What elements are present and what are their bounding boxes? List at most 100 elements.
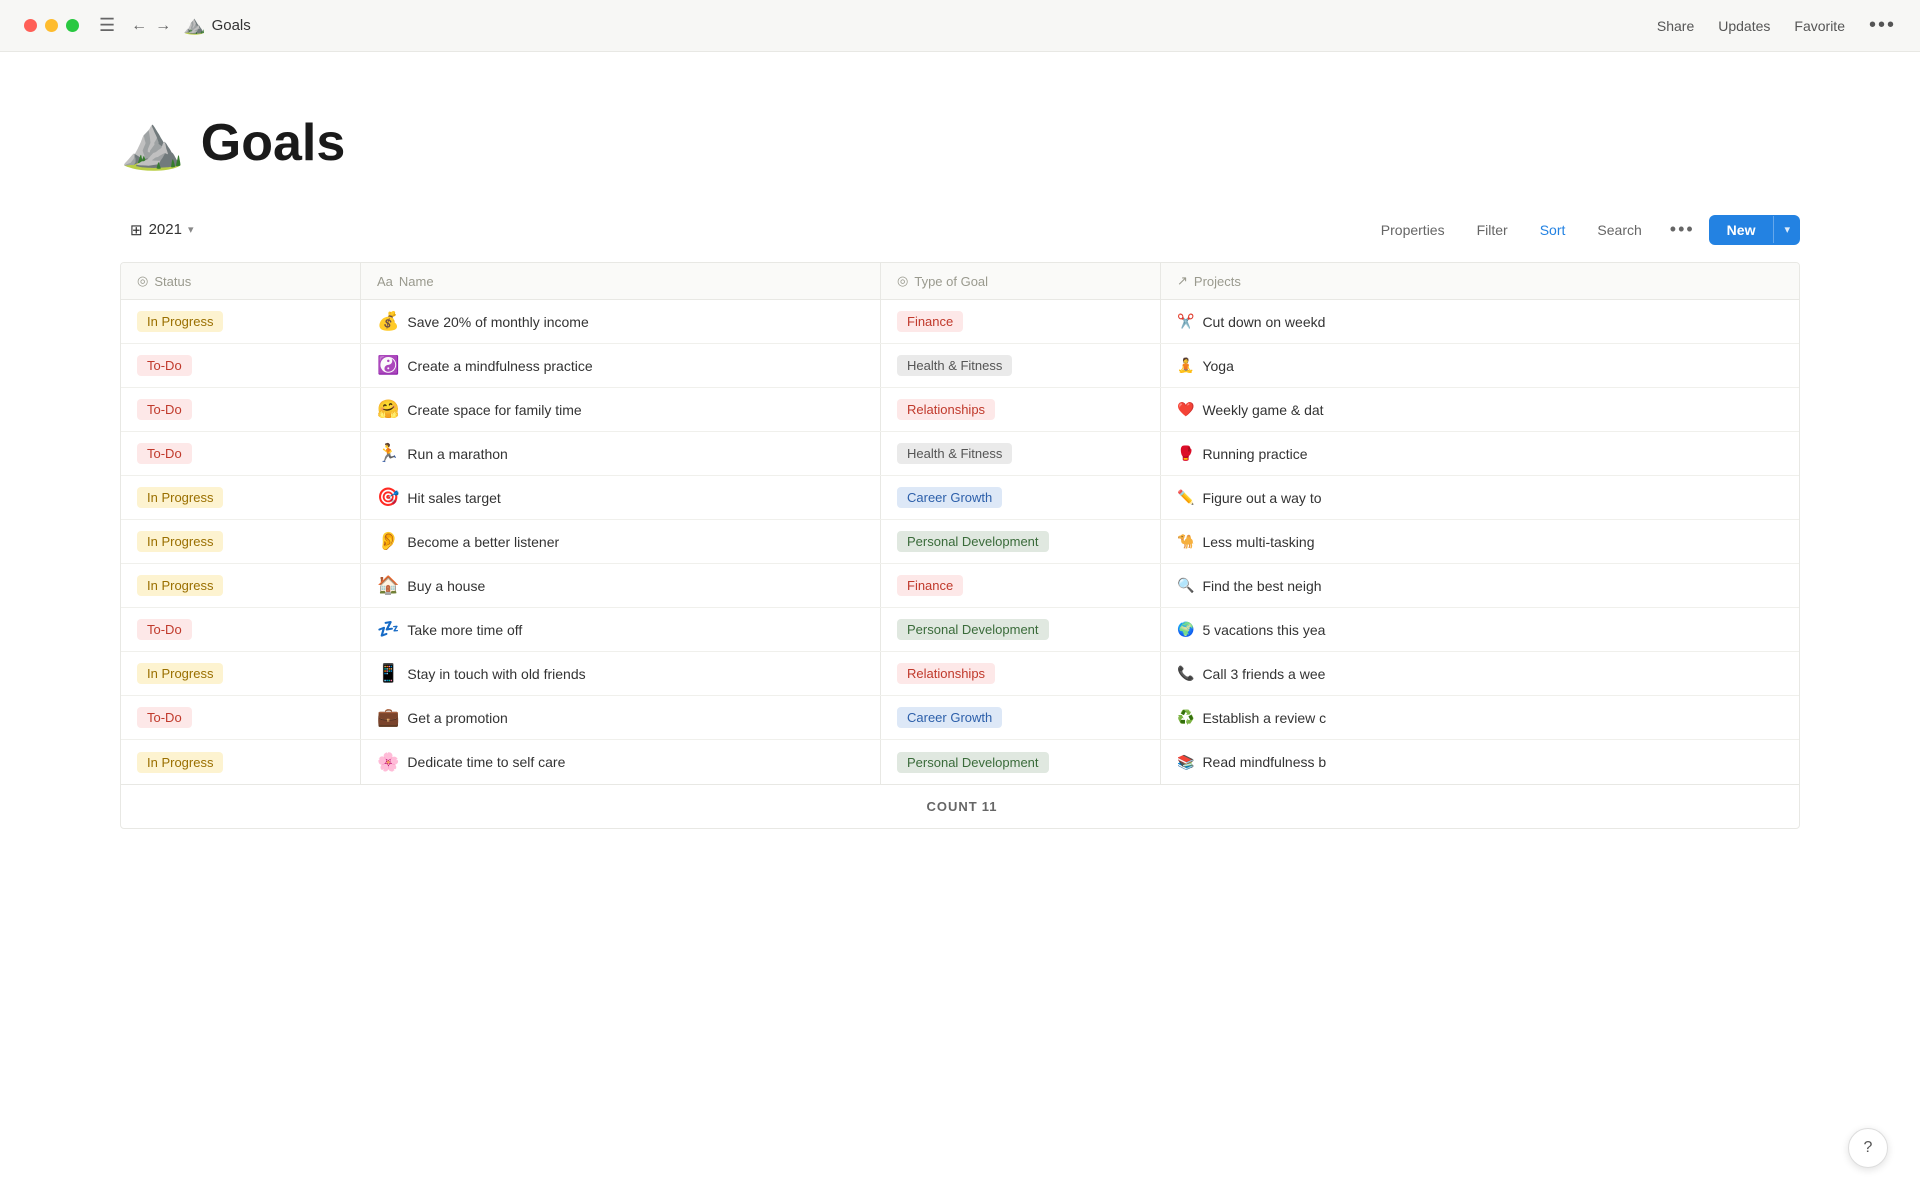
status-badge: In Progress <box>137 752 223 773</box>
table-row[interactable]: In Progress 🏠 Buy a house Finance 🔍 Find… <box>121 564 1799 608</box>
close-button[interactable] <box>24 19 37 32</box>
name-col-label: Name <box>399 274 434 289</box>
row-name: Save 20% of monthly income <box>407 314 588 330</box>
table-row[interactable]: In Progress 📱 Stay in touch with old fri… <box>121 652 1799 696</box>
share-button[interactable]: Share <box>1657 18 1694 34</box>
table-row[interactable]: To-Do 🏃 Run a marathon Health & Fitness … <box>121 432 1799 476</box>
column-type[interactable]: ◎ Type of Goal <box>881 263 1161 299</box>
forward-arrow-icon[interactable]: → <box>155 17 171 35</box>
project-icon: 🌍 <box>1177 621 1194 638</box>
table-row[interactable]: To-Do 🤗 Create space for family time Rel… <box>121 388 1799 432</box>
cell-project[interactable]: ❤️ Weekly game & dat <box>1161 388 1799 431</box>
column-projects[interactable]: ↗ Projects <box>1161 263 1799 299</box>
cell-name[interactable]: 💼 Get a promotion <box>361 696 881 739</box>
cell-project[interactable]: 🥊 Running practice <box>1161 432 1799 475</box>
table-row[interactable]: To-Do ☯️ Create a mindfulness practice H… <box>121 344 1799 388</box>
count-value: 11 <box>982 799 998 814</box>
status-badge: To-Do <box>137 399 192 420</box>
table-row[interactable]: In Progress 💰 Save 20% of monthly income… <box>121 300 1799 344</box>
cell-name[interactable]: 🎯 Hit sales target <box>361 476 881 519</box>
cell-project[interactable]: 📚 Read mindfulness b <box>1161 740 1799 784</box>
projects-col-icon: ↗ <box>1177 273 1188 289</box>
cell-type: Career Growth <box>881 696 1161 739</box>
type-badge: Personal Development <box>897 531 1049 552</box>
help-button[interactable]: ? <box>1848 1128 1888 1168</box>
cell-project[interactable]: ♻️ Establish a review c <box>1161 696 1799 739</box>
status-badge: In Progress <box>137 575 223 596</box>
cell-name[interactable]: 🌸 Dedicate time to self care <box>361 740 881 784</box>
page-header-icon: ⛰️ <box>120 112 185 173</box>
cell-type: Career Growth <box>881 476 1161 519</box>
table-row[interactable]: In Progress 🎯 Hit sales target Career Gr… <box>121 476 1799 520</box>
cell-name[interactable]: 🤗 Create space for family time <box>361 388 881 431</box>
table-body: In Progress 💰 Save 20% of monthly income… <box>121 300 1799 784</box>
search-button[interactable]: Search <box>1583 216 1655 244</box>
back-arrow-icon[interactable]: ← <box>131 17 147 35</box>
cell-type: Finance <box>881 564 1161 607</box>
row-icon: 🌸 <box>377 752 399 773</box>
row-name: Hit sales target <box>407 490 500 506</box>
project-icon: 🧘 <box>1177 357 1194 374</box>
row-name: Become a better listener <box>407 534 559 550</box>
row-name: Stay in touch with old friends <box>407 666 585 682</box>
cell-type: Personal Development <box>881 740 1161 784</box>
sort-button[interactable]: Sort <box>1526 216 1580 244</box>
cell-project[interactable]: 🔍 Find the best neigh <box>1161 564 1799 607</box>
type-col-label: Type of Goal <box>914 274 988 289</box>
page-header: ⛰️ Goals <box>120 112 1800 173</box>
table-row[interactable]: To-Do 💼 Get a promotion Career Growth ♻️… <box>121 696 1799 740</box>
row-icon: 🎯 <box>377 487 399 508</box>
updates-button[interactable]: Updates <box>1718 18 1770 34</box>
type-col-icon: ◎ <box>897 273 908 289</box>
cell-name[interactable]: 💰 Save 20% of monthly income <box>361 300 881 343</box>
cell-name[interactable]: 📱 Stay in touch with old friends <box>361 652 881 695</box>
cell-project[interactable]: 🧘 Yoga <box>1161 344 1799 387</box>
project-icon: ❤️ <box>1177 401 1194 418</box>
table-row[interactable]: In Progress 🌸 Dedicate time to self care… <box>121 740 1799 784</box>
column-status[interactable]: ◎ Status <box>121 263 361 299</box>
cell-type: Personal Development <box>881 608 1161 651</box>
cell-project[interactable]: ✂️ Cut down on weekd <box>1161 300 1799 343</box>
type-badge: Relationships <box>897 399 995 420</box>
type-badge: Health & Fitness <box>897 355 1012 376</box>
cell-name[interactable]: 🏃 Run a marathon <box>361 432 881 475</box>
row-name: Run a marathon <box>407 446 507 462</box>
filter-button[interactable]: Filter <box>1463 216 1522 244</box>
cell-status: To-Do <box>121 344 361 387</box>
more-options-icon[interactable]: ••• <box>1869 14 1896 37</box>
table-row[interactable]: In Progress 👂 Become a better listener P… <box>121 520 1799 564</box>
cell-project[interactable]: 🌍 5 vacations this yea <box>1161 608 1799 651</box>
project-icon: 📞 <box>1177 665 1194 682</box>
cell-project[interactable]: ✏️ Figure out a way to <box>1161 476 1799 519</box>
project-name: Find the best neigh <box>1202 578 1321 594</box>
cell-name[interactable]: ☯️ Create a mindfulness practice <box>361 344 881 387</box>
new-button[interactable]: New <box>1709 215 1774 245</box>
cell-project[interactable]: 🐪 Less multi-tasking <box>1161 520 1799 563</box>
sidebar-toggle-icon[interactable]: ☰ <box>99 15 115 36</box>
cell-name[interactable]: 👂 Become a better listener <box>361 520 881 563</box>
table-row[interactable]: To-Do 💤 Take more time off Personal Deve… <box>121 608 1799 652</box>
toolbar-more-button[interactable]: ••• <box>1660 213 1705 246</box>
cell-type: Health & Fitness <box>881 432 1161 475</box>
view-selector[interactable]: ⊞ 2021 ▾ <box>120 216 203 244</box>
cell-status: To-Do <box>121 608 361 651</box>
column-name[interactable]: Aa Name <box>361 263 881 299</box>
status-badge: In Progress <box>137 487 223 508</box>
titlebar: ☰ ← → ⛰️ Goals Share Updates Favorite ••… <box>0 0 1920 52</box>
new-dropdown-button[interactable]: ▾ <box>1773 216 1800 243</box>
cell-status: In Progress <box>121 300 361 343</box>
status-badge: In Progress <box>137 663 223 684</box>
properties-button[interactable]: Properties <box>1367 216 1459 244</box>
cell-name[interactable]: 🏠 Buy a house <box>361 564 881 607</box>
maximize-button[interactable] <box>66 19 79 32</box>
new-button-group[interactable]: New ▾ <box>1709 215 1800 245</box>
type-badge: Personal Development <box>897 619 1049 640</box>
row-icon: 💤 <box>377 619 399 640</box>
cell-name[interactable]: 💤 Take more time off <box>361 608 881 651</box>
minimize-button[interactable] <box>45 19 58 32</box>
toolbar: ⊞ 2021 ▾ Properties Filter Sort Search •… <box>120 213 1800 246</box>
cell-project[interactable]: 📞 Call 3 friends a wee <box>1161 652 1799 695</box>
type-badge: Career Growth <box>897 707 1002 728</box>
favorite-button[interactable]: Favorite <box>1794 18 1845 34</box>
count-row: COUNT11 <box>121 784 1799 828</box>
